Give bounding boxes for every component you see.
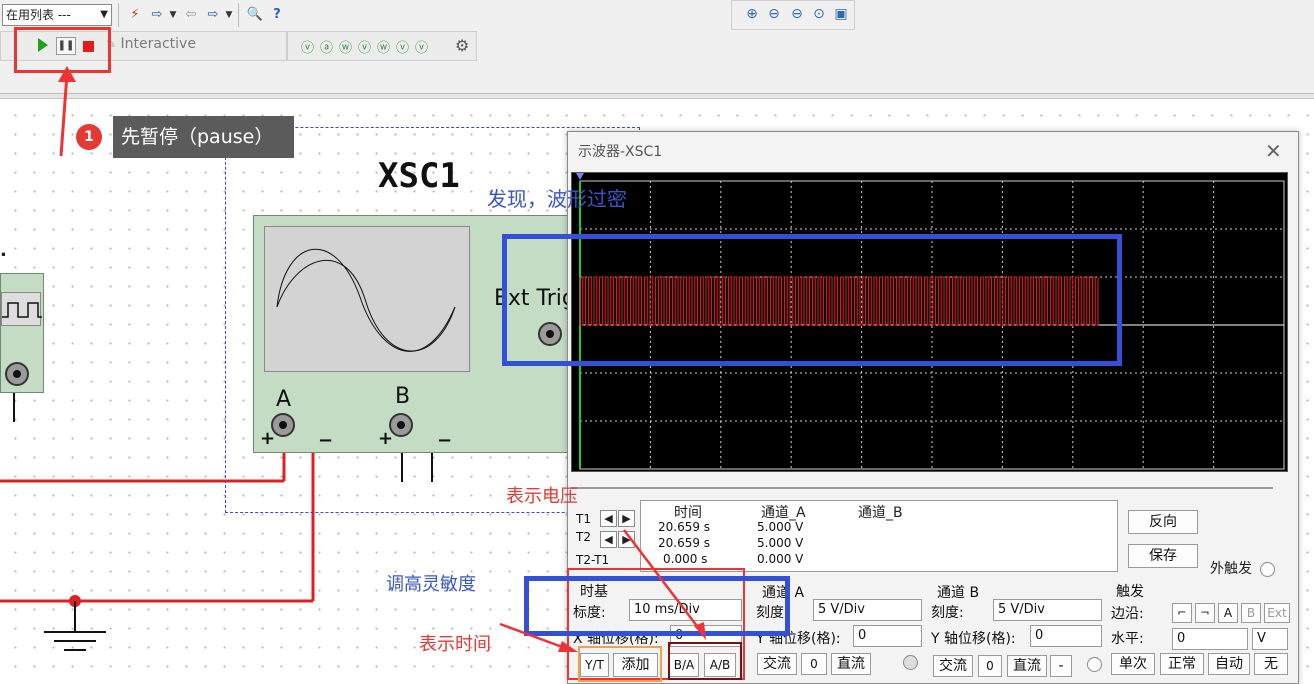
callout-arrow-line xyxy=(59,73,69,157)
channel-a-scale-field[interactable]: 5 V/Div xyxy=(813,599,922,621)
terminal-a-label: A xyxy=(276,387,292,412)
ext-trigger-radio[interactable] xyxy=(1260,562,1275,577)
cursor-t2-label: T2 xyxy=(576,530,591,544)
trigger-edge-ext-button[interactable]: Ext xyxy=(1264,603,1290,623)
square-wave-display xyxy=(1,292,42,326)
cursor-t1-label: T1 xyxy=(576,512,591,526)
trigger-edge-label: 边沿: xyxy=(1111,606,1144,622)
diff-channel-a: 0.000 V xyxy=(757,552,804,566)
header-channel-a: 通道_A xyxy=(761,505,806,521)
t2-time: 20.659 s xyxy=(658,536,711,550)
channel-b-dc-button[interactable]: 直流 xyxy=(1007,655,1047,677)
terminal-b-plus-sign: + xyxy=(378,428,394,449)
ext-trigger-label: 外触发 xyxy=(1210,561,1252,577)
trigger-level-field[interactable]: 0 xyxy=(1172,628,1248,650)
panel-divider xyxy=(571,487,1273,489)
sensitivity-highlight-box xyxy=(524,576,790,636)
sine-wave-icon xyxy=(276,249,456,352)
terminal-b-label: B xyxy=(395,384,411,409)
close-icon[interactable]: ✕ xyxy=(1265,139,1282,163)
square-wave-icon xyxy=(2,302,42,318)
channel-a-ac-button[interactable]: 交流 xyxy=(757,653,797,675)
ab-highlight-box xyxy=(668,642,742,680)
waveform-highlight-box xyxy=(502,234,1122,366)
function-generator[interactable] xyxy=(0,273,44,393)
normal-trigger-button[interactable]: 正常 xyxy=(1160,653,1204,675)
channel-b-ac-button[interactable]: 交流 xyxy=(933,655,973,677)
auto-trigger-button[interactable]: 自动 xyxy=(1208,653,1250,675)
pause-callout: 先暂停（pause） xyxy=(113,116,294,158)
falling-edge-icon[interactable]: ¬ xyxy=(1195,603,1215,623)
save-button[interactable]: 保存 xyxy=(1128,544,1198,568)
channel-a-radio[interactable] xyxy=(903,655,918,670)
channel-b-y-offset-field[interactable]: 0 xyxy=(1030,625,1102,647)
terminal-a-plus-sign: + xyxy=(260,428,276,449)
header-time: 时间 xyxy=(674,505,702,521)
t1-right-arrow-icon[interactable]: ▶ xyxy=(618,510,635,527)
diff-time: 0.000 s xyxy=(663,552,708,566)
step-badge: 1 xyxy=(76,124,102,150)
none-trigger-button[interactable]: 无 xyxy=(1254,653,1288,675)
shows-voltage-annotation: 表示电压 xyxy=(506,486,578,507)
generator-terminal[interactable] xyxy=(5,362,29,386)
t2-left-arrow-icon[interactable]: ◀ xyxy=(600,531,617,548)
channel-a-dc-button[interactable]: 直流 xyxy=(831,653,871,675)
instrument-name: XSC1 xyxy=(378,156,460,196)
channel-a-y-offset-field[interactable]: 0 xyxy=(853,625,922,647)
terminal-b-minus-sign: − xyxy=(437,430,453,451)
yt-highlight-box xyxy=(578,646,662,682)
single-trigger-button[interactable]: 单次 xyxy=(1111,653,1155,675)
channel-a-zero-button[interactable]: 0 xyxy=(801,653,827,675)
header-channel-b: 通道_B xyxy=(858,505,903,521)
trigger-edge-a-button[interactable]: A xyxy=(1218,603,1238,623)
t2-channel-a: 5.000 V xyxy=(757,536,804,550)
channel-b-radio[interactable] xyxy=(1087,657,1102,672)
cursor-diff-label: T2-T1 xyxy=(576,553,610,567)
reverse-button[interactable]: 反向 xyxy=(1128,510,1198,534)
channel-b-scale-field[interactable]: 5 V/Div xyxy=(993,599,1102,621)
callout-arrow-head xyxy=(58,66,76,82)
increase-sensitivity-annotation: 调高灵敏度 xyxy=(386,574,476,595)
channel-b-minus-button[interactable]: - xyxy=(1050,655,1072,677)
oscilloscope-window-title: 示波器-XSC1 xyxy=(578,144,663,160)
trigger-level-unit[interactable]: V xyxy=(1252,628,1288,650)
channel-b-group-label: 通道 B xyxy=(937,585,980,601)
t2-right-arrow-icon[interactable]: ▶ xyxy=(618,531,635,548)
waveform-dense-annotation: 发现，波形过密 xyxy=(487,187,627,211)
cursor-marker-icon xyxy=(576,173,584,180)
t1-channel-a: 5.000 V xyxy=(757,520,804,534)
trigger-level-label: 水平: xyxy=(1111,631,1144,647)
channel-b-y-offset-label: Y 轴位移(格): xyxy=(931,631,1016,647)
t1-left-arrow-icon[interactable]: ◀ xyxy=(600,510,617,527)
trigger-group-label: 触发 xyxy=(1116,584,1144,600)
rising-edge-icon[interactable]: ⌐ xyxy=(1172,603,1192,623)
channel-b-zero-button[interactable]: 0 xyxy=(978,655,1002,677)
shows-time-annotation: 表示时间 xyxy=(419,634,491,655)
trigger-edge-b-button[interactable]: B xyxy=(1241,603,1261,623)
terminal-a-minus-sign: − xyxy=(318,430,334,451)
oscilloscope-symbol-screen xyxy=(264,226,470,372)
t1-time: 20.659 s xyxy=(658,520,711,534)
cursor-readout-table: 时间 通道_A 通道_B 20.659 s 5.000 V 20.659 s 5… xyxy=(640,500,1118,572)
generator-label-dot: . xyxy=(0,240,7,261)
channel-b-scale-label: 刻度: xyxy=(931,605,964,621)
